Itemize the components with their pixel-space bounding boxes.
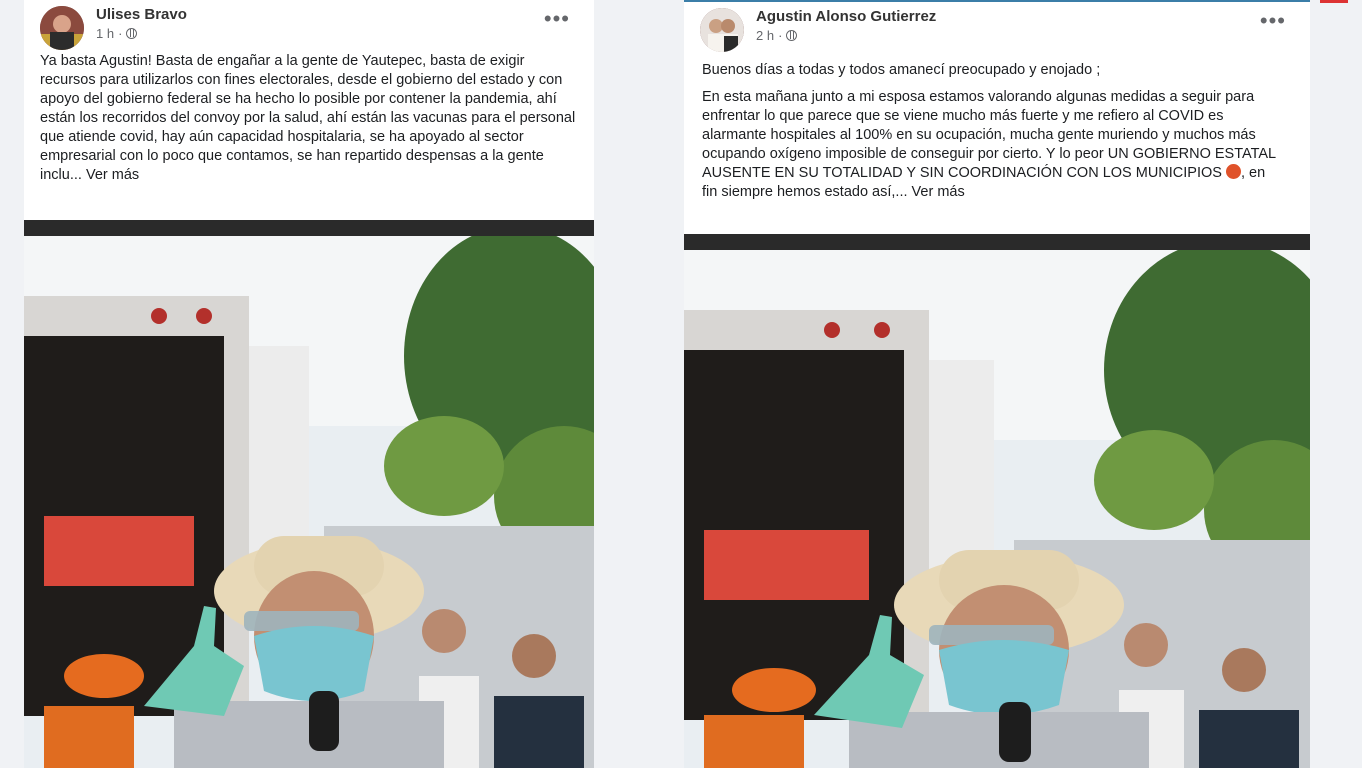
post-photo[interactable] (684, 250, 1310, 768)
post-paragraph: Ya basta Agustin! Basta de engañar a la … (40, 53, 576, 183)
globe-icon (126, 28, 138, 39)
post-meta: 2 h · (756, 28, 798, 43)
post-header: Ulises Bravo 1 h · ••• (40, 4, 578, 50)
photo-top-border (24, 220, 594, 236)
more-options-icon[interactable]: ••• (544, 8, 570, 30)
author-name[interactable]: Ulises Bravo (96, 6, 187, 23)
post-header: Agustin Alonso Gutierrez 2 h · ••• (700, 6, 1294, 52)
post-card-right: Agustin Alonso Gutierrez 2 h · ••• Bueno… (684, 2, 1310, 768)
avatar[interactable] (700, 8, 744, 52)
post-time[interactable]: 2 h (756, 28, 774, 43)
post-paragraph: En esta mañana junto a mi esposa estamos… (702, 89, 1276, 200)
see-more-link[interactable]: Ver más (86, 167, 139, 183)
post-time[interactable]: 1 h (96, 26, 114, 41)
post-photo[interactable] (24, 236, 594, 768)
globe-icon (786, 30, 798, 41)
see-more-link[interactable]: Ver más (912, 184, 965, 200)
post-card-left: Ulises Bravo 1 h · ••• Ya basta Agustin!… (24, 0, 594, 768)
post-meta: 1 h · (96, 26, 138, 41)
separator-dot: · (118, 26, 123, 41)
avatar[interactable] (40, 6, 84, 50)
post-text: Ya basta Agustin! Basta de engañar a la … (40, 52, 580, 193)
author-name[interactable]: Agustin Alonso Gutierrez (756, 8, 936, 25)
photo-top-border (684, 234, 1310, 250)
more-options-icon[interactable]: ••• (1260, 10, 1286, 32)
separator-dot: · (778, 28, 783, 43)
post-paragraph: Buenos días a todas y todos amanecí preo… (702, 62, 1101, 78)
post-text: Buenos días a todas y todos amanecí preo… (702, 61, 1282, 210)
angry-face-icon (1225, 164, 1241, 179)
window-close-edge (1320, 0, 1348, 3)
